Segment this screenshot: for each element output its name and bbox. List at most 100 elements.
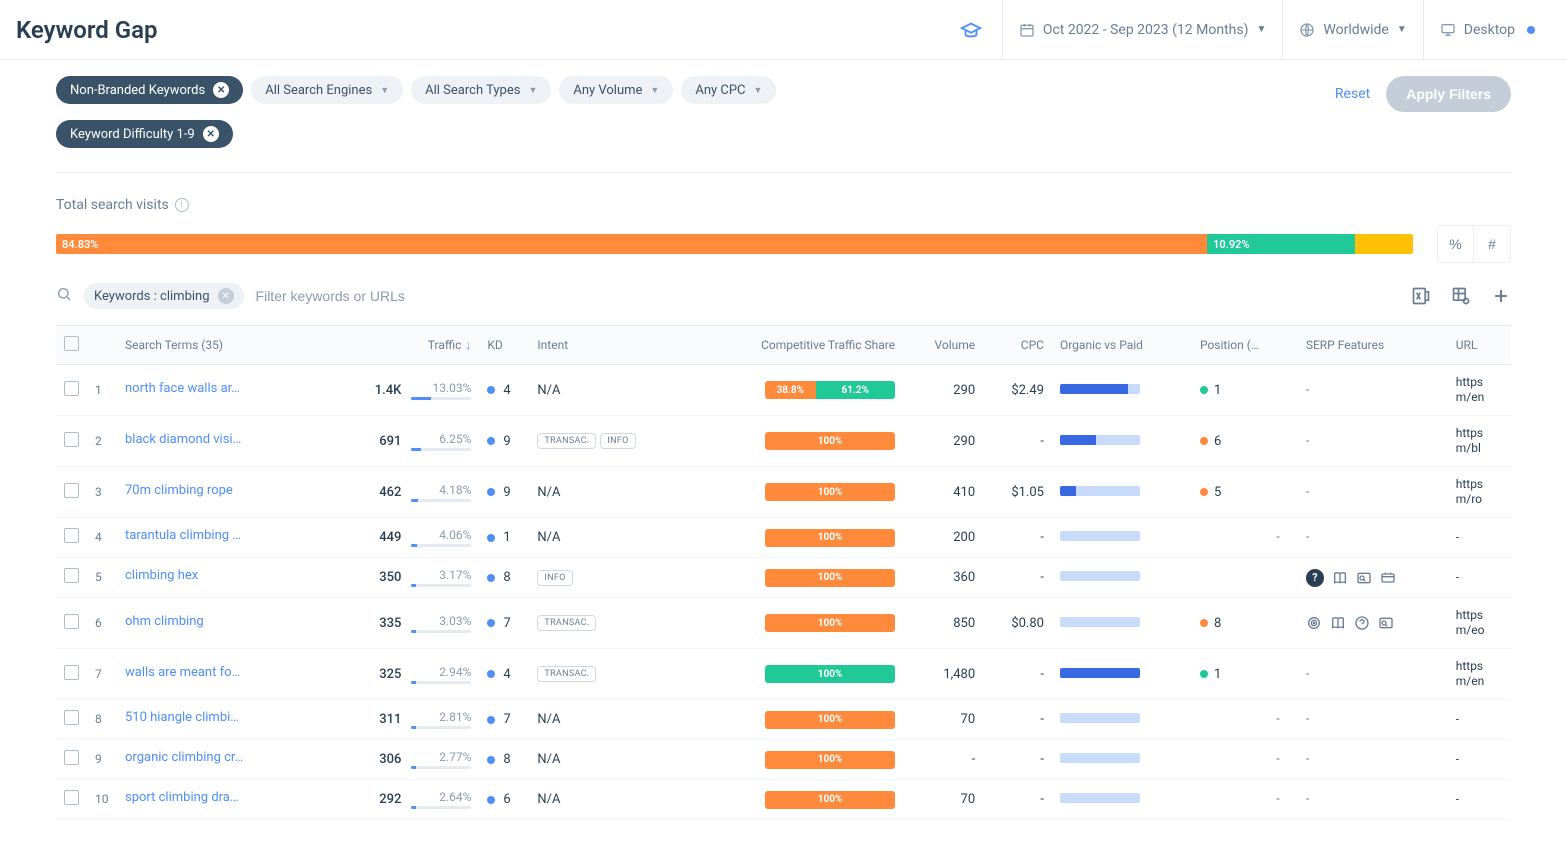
traffic-value: 462 <box>365 485 401 500</box>
intent-na: N/A <box>537 752 560 767</box>
row-checkbox[interactable] <box>64 528 79 543</box>
intent-na: N/A <box>537 383 560 398</box>
position-value: - <box>1200 530 1290 545</box>
keyword-link[interactable]: north face walls ar… <box>125 381 240 396</box>
row-checkbox[interactable] <box>64 432 79 447</box>
row-checkbox[interactable] <box>64 381 79 396</box>
visits-bar: 84.83%10.92% <box>56 234 1413 254</box>
intent-na: N/A <box>537 485 560 500</box>
keyword-link[interactable]: 510 hiangle climbi… <box>125 710 239 725</box>
date-range-selector[interactable]: Oct 2022 - Sep 2023 (12 Months) ▼ <box>1002 0 1283 59</box>
add-button[interactable] <box>1491 286 1511 306</box>
keyword-link[interactable]: tarantula climbing … <box>125 528 241 543</box>
filter-chip-dropdown[interactable]: All Search Engines▼ <box>251 76 403 104</box>
row-checkbox[interactable] <box>64 750 79 765</box>
col-cts[interactable]: Competitive Traffic Share <box>691 326 903 365</box>
competitive-share-bar: 100% <box>765 791 895 809</box>
competitive-share-bar: 38.8%61.2% <box>765 381 895 399</box>
organic-vs-paid-bar <box>1060 571 1140 581</box>
percent-toggle-button[interactable]: % <box>1438 226 1474 262</box>
col-kd[interactable]: KD <box>479 326 529 365</box>
filter-chip-active[interactable]: Non-Branded Keywords✕ <box>56 76 243 104</box>
search-icon[interactable] <box>56 286 72 306</box>
row-number: 5 <box>95 570 102 584</box>
filter-input[interactable] <box>256 288 476 304</box>
row-number: 1 <box>95 383 102 397</box>
url-value: - <box>1456 570 1459 584</box>
count-toggle-button[interactable]: # <box>1474 226 1510 262</box>
col-traffic[interactable]: Traffic↓ <box>307 326 480 365</box>
filter-chip-active[interactable]: Keyword Difficulty 1-9✕ <box>56 120 233 148</box>
keyword-link[interactable]: sport climbing dra… <box>125 790 239 805</box>
apply-filters-button[interactable]: Apply Filters <box>1386 76 1511 112</box>
select-all-checkbox[interactable] <box>64 336 79 351</box>
col-intent[interactable]: Intent <box>529 326 691 365</box>
visits-segment: 84.83% <box>56 234 1207 254</box>
col-ovp[interactable]: Organic vs Paid <box>1052 326 1192 365</box>
keyword-link[interactable]: black diamond visi… <box>125 432 241 447</box>
col-search-terms[interactable]: Search Terms (35) <box>117 326 307 365</box>
intent-tag: INFO <box>537 570 572 586</box>
table-row: 2black diamond visi…6916.25%9TRANSAC.INF… <box>56 416 1511 467</box>
row-number: 10 <box>95 792 109 806</box>
export-excel-button[interactable] <box>1411 286 1431 306</box>
keyword-link[interactable]: walls are meant fo… <box>125 665 240 680</box>
sort-arrow-icon: ↓ <box>465 338 471 352</box>
kd-dot-icon <box>487 574 495 582</box>
kd-value: 7 <box>503 616 510 631</box>
col-cpc[interactable]: CPC <box>983 326 1052 365</box>
filter-chip-dropdown[interactable]: Any CPC▼ <box>681 76 776 104</box>
traffic-percent: 2.64% <box>411 790 471 804</box>
organic-vs-paid-bar <box>1060 793 1140 803</box>
row-checkbox[interactable] <box>64 790 79 805</box>
col-url[interactable]: URL <box>1448 326 1511 365</box>
geo-selector[interactable]: Worldwide ▼ <box>1282 0 1422 59</box>
kd-dot-icon <box>487 386 495 394</box>
reset-link[interactable]: Reset <box>1335 86 1370 102</box>
cpc-value: $0.80 <box>1011 616 1044 631</box>
table-toolbar: Keywords : climbing ✕ <box>56 283 1511 309</box>
col-position[interactable]: Position (… <box>1192 326 1298 365</box>
organic-vs-paid-bar <box>1060 435 1140 445</box>
intent-tags: TRANSAC. <box>537 615 683 631</box>
traffic-value: 335 <box>365 616 401 631</box>
keyword-link[interactable]: ohm climbing <box>125 614 204 629</box>
close-icon[interactable]: ✕ <box>203 126 219 142</box>
table-row: 10sport climbing dra…2922.64%6N/A100%70-… <box>56 780 1511 820</box>
close-icon[interactable]: ✕ <box>218 288 234 304</box>
row-checkbox[interactable] <box>64 483 79 498</box>
keyword-filter-chip[interactable]: Keywords : climbing ✕ <box>84 283 244 309</box>
intent-na: N/A <box>537 712 560 727</box>
competitive-share-bar: 100% <box>765 614 895 632</box>
close-icon[interactable]: ✕ <box>213 82 229 98</box>
row-checkbox[interactable] <box>64 568 79 583</box>
traffic-bar <box>411 630 471 633</box>
filter-chip-dropdown[interactable]: Any Volume▼ <box>559 76 673 104</box>
traffic-value: 691 <box>365 434 401 449</box>
keyword-link[interactable]: 70m climbing rope <box>125 483 233 498</box>
traffic-bar <box>411 806 471 809</box>
traffic-bar <box>411 584 471 587</box>
serp-dash: - <box>1306 792 1310 807</box>
education-icon[interactable] <box>940 0 1002 59</box>
cpc-value: - <box>1040 712 1044 727</box>
row-checkbox[interactable] <box>64 614 79 629</box>
position-dot-icon <box>1200 619 1208 627</box>
keyword-link[interactable]: organic climbing cr… <box>125 750 243 765</box>
row-number: 2 <box>95 434 102 448</box>
keyword-table: Search Terms (35) Traffic↓ KD Intent Com… <box>56 325 1511 820</box>
traffic-value: 350 <box>365 570 401 585</box>
info-icon[interactable]: i <box>175 198 189 212</box>
date-range-label: Oct 2022 - Sep 2023 (12 Months) <box>1043 22 1249 38</box>
cpc-value: - <box>1040 667 1044 682</box>
traffic-percent: 3.03% <box>411 614 471 628</box>
filter-chip-dropdown[interactable]: All Search Types▼ <box>411 76 551 104</box>
keyword-link[interactable]: climbing hex <box>125 568 198 583</box>
col-volume[interactable]: Volume <box>903 326 983 365</box>
row-checkbox[interactable] <box>64 665 79 680</box>
table-settings-button[interactable] <box>1451 286 1471 306</box>
device-selector[interactable]: Desktop <box>1423 0 1551 59</box>
table-row: 5climbing hex3503.17%8INFO100%360-?- <box>56 558 1511 598</box>
row-checkbox[interactable] <box>64 710 79 725</box>
col-serp[interactable]: SERP Features <box>1298 326 1448 365</box>
